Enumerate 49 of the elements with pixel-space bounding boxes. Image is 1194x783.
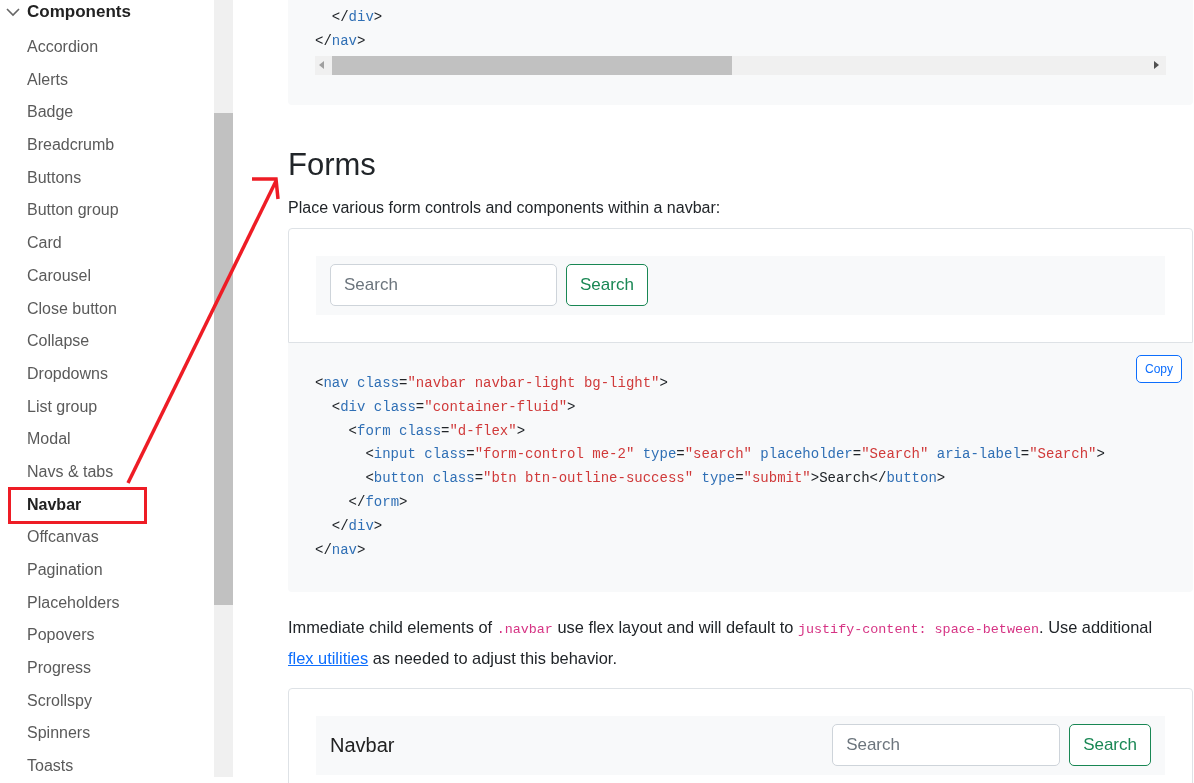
navbar-brand[interactable]: Navbar xyxy=(330,733,395,757)
sidebar-item[interactable]: Scrollspy xyxy=(0,684,214,718)
code-line: <nav class="navbar navbar-light bg-light"> xyxy=(315,373,669,393)
code-line: </div> xyxy=(330,517,384,537)
sidebar-item[interactable]: Dropdowns xyxy=(0,357,214,391)
sidebar-item[interactable]: Collapse xyxy=(0,325,214,358)
sidebar-item[interactable]: Buttons xyxy=(0,161,214,195)
sidebar-item[interactable]: Spinners xyxy=(0,717,214,751)
sidebar-item[interactable]: Popovers xyxy=(0,619,214,653)
code-line: </div> xyxy=(330,8,384,27)
sidebar-item[interactable]: Toasts xyxy=(0,750,214,783)
search-field[interactable]: Search xyxy=(832,724,1061,767)
sidebar-item[interactable]: Navs & tabs xyxy=(0,455,214,489)
sidebar-item[interactable]: Progress xyxy=(0,652,214,685)
code-line: <form class="d-flex"> xyxy=(347,421,527,441)
sidebar-item[interactable]: Carousel xyxy=(0,259,214,293)
code-line: </nav> xyxy=(315,541,367,560)
sidebar-item[interactable]: Alerts xyxy=(0,63,214,97)
search-field[interactable]: Search xyxy=(330,264,557,307)
chevron-icon xyxy=(6,7,20,17)
sidebar-item[interactable]: Badge xyxy=(0,96,214,130)
scrollbar-thumb[interactable] xyxy=(214,113,233,605)
sidebar-item[interactable]: Breadcrumb xyxy=(0,129,214,162)
intro-text: Place various form controls and components within a navbar: xyxy=(288,197,722,218)
search-button[interactable]: Search xyxy=(1069,724,1151,767)
code-line: </nav> xyxy=(315,31,367,51)
section-toggle[interactable]: Components xyxy=(0,1,214,23)
sidebar-item[interactable]: Pagination xyxy=(0,554,214,587)
sidebar-item[interactable]: Placeholders xyxy=(0,586,214,620)
sidebar-item[interactable]: Close button xyxy=(0,292,214,326)
sidebar-item[interactable]: Card xyxy=(0,227,214,260)
sidebar-item[interactable]: Button group xyxy=(0,194,214,228)
description-text: Immediate child elements of .navbar use flex layout and will default to justify-content: space-between. Use additional flex utilities as needed to adjust this behavior. xyxy=(288,616,1154,669)
sidebar-item[interactable]: List group xyxy=(0,390,214,424)
flex-utilities-link[interactable]: flex utilities xyxy=(288,648,369,667)
copy-button[interactable]: Copy xyxy=(1136,354,1182,383)
code-line: <div class="container-fluid"> xyxy=(330,397,577,417)
code-line: <input class="form-control me-2" type="search" placeholder="Search" aria-label="Search"> xyxy=(364,445,1106,465)
code-line: </form> xyxy=(347,493,409,513)
sidebar-item[interactable]: Modal xyxy=(0,423,214,456)
sidebar-item[interactable]: Navbar xyxy=(0,488,214,522)
horizontal-scrollbar[interactable] xyxy=(315,55,1166,75)
scroll-right-icon[interactable] xyxy=(1152,60,1160,71)
section-heading: Forms xyxy=(288,145,377,184)
scroll-left-icon[interactable] xyxy=(318,60,326,71)
sidebar-item[interactable]: Accordion xyxy=(0,31,214,64)
sidebar-item[interactable]: Offcanvas xyxy=(0,521,214,554)
search-button[interactable]: Search xyxy=(566,264,648,307)
code-line: <button class="btn btn-outline-success" type="submit">Search</button> xyxy=(364,469,947,489)
